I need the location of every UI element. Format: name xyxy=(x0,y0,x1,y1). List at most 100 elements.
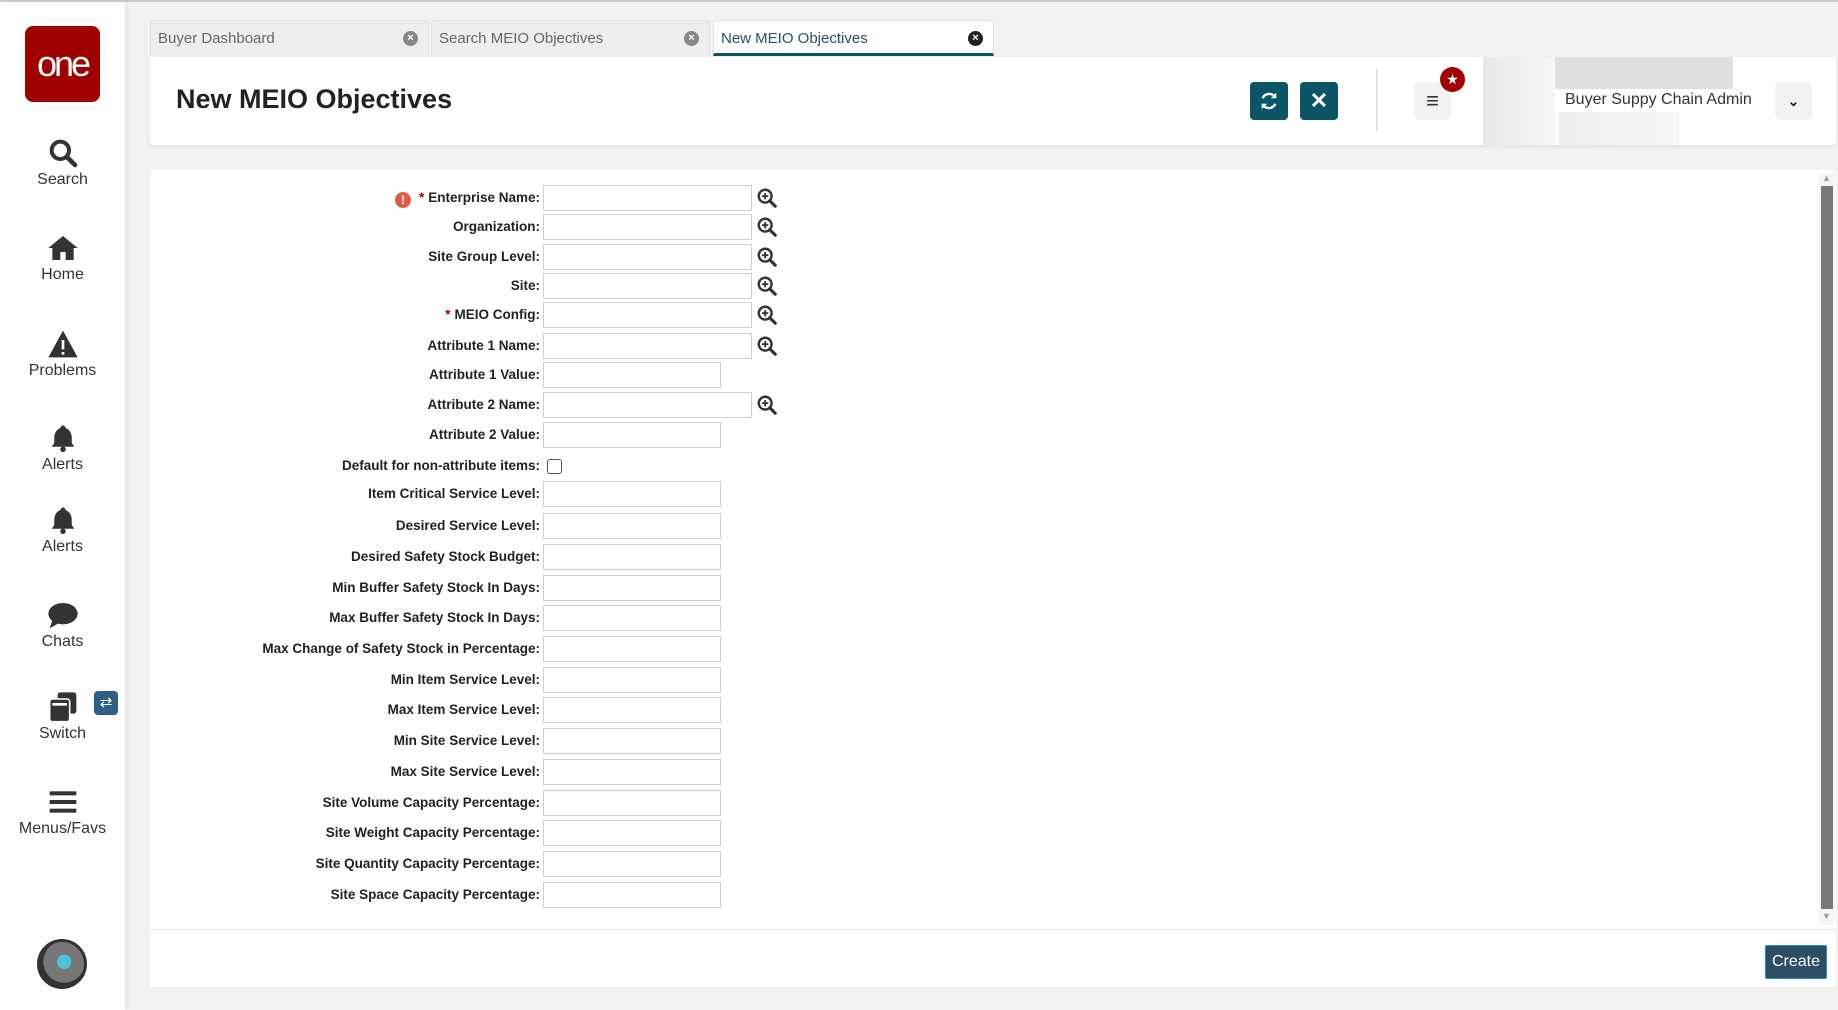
form-row-desired-safety-stock-budget: Desired Safety Stock Budget: xyxy=(150,544,850,570)
form-row-site-space-capacity-percentage: Site Space Capacity Percentage: xyxy=(150,882,850,908)
close-button[interactable]: ✕ xyxy=(1300,82,1338,120)
min-item-service-level-input[interactable] xyxy=(543,667,721,693)
lookup-search-icon[interactable] xyxy=(756,246,778,268)
tab-buyer-dashboard[interactable]: Buyer Dashboard × xyxy=(150,20,429,56)
scroll-up-icon[interactable]: ▲ xyxy=(1822,173,1831,183)
error-icon: ! xyxy=(394,192,411,208)
min-site-service-level-input[interactable] xyxy=(543,728,721,754)
close-tab-icon[interactable]: × xyxy=(968,31,983,46)
max-buffer-safety-stock-in-days-input[interactable] xyxy=(543,605,721,631)
desired-service-level-input[interactable] xyxy=(543,513,721,539)
form-row-attribute-1-value: Attribute 1 Value: xyxy=(150,362,850,388)
min-buffer-safety-stock-in-days-input[interactable] xyxy=(543,575,721,601)
form-row-meio-config: * MEIO Config: xyxy=(150,302,850,328)
default-for-non-attribute-items-checkbox[interactable] xyxy=(547,459,562,474)
sidebar-item-problems[interactable]: Problems xyxy=(0,328,125,380)
user-menu-dropdown[interactable]: ⌄ xyxy=(1775,82,1812,120)
lookup-search-icon[interactable] xyxy=(756,275,778,297)
scrollbar-thumb[interactable] xyxy=(1821,186,1833,909)
field-label-text: Attribute 2 Name: xyxy=(427,397,540,412)
field-label-text: Attribute 1 Name: xyxy=(427,338,540,353)
attribute-1-name-input[interactable] xyxy=(543,333,752,359)
menu-icon: ≡ xyxy=(1426,88,1439,113)
form-row-min-buffer-safety-stock-in-days: Min Buffer Safety Stock In Days: xyxy=(150,575,850,601)
field-label: Default for non-attribute items: xyxy=(342,458,540,473)
site-weight-capacity-percentage-input[interactable] xyxy=(543,820,721,846)
lookup-search-icon[interactable] xyxy=(756,187,778,209)
attribute-2-name-input[interactable] xyxy=(543,392,752,418)
desired-safety-stock-budget-input[interactable] xyxy=(543,544,721,570)
site-volume-capacity-percentage-input[interactable] xyxy=(543,790,721,816)
field-label-text: Site: xyxy=(510,278,540,293)
lookup-search-icon[interactable] xyxy=(756,304,778,326)
switch-badge-icon[interactable]: ⇄ xyxy=(94,691,118,715)
attribute-2-value-input[interactable] xyxy=(543,422,721,448)
warning-icon xyxy=(0,328,125,360)
field-label: Site Group Level: xyxy=(428,249,540,264)
max-item-service-level-input[interactable] xyxy=(543,697,721,723)
form-row-attribute-2-value: Attribute 2 Value: xyxy=(150,422,850,448)
field-label-text: Default for non-attribute items: xyxy=(342,458,540,473)
organization-input[interactable] xyxy=(543,214,752,240)
sidebar-item-search[interactable]: Search xyxy=(0,137,125,189)
max-change-of-safety-stock-in-percentage-input[interactable] xyxy=(543,636,721,662)
tab-label: New MEIO Objectives xyxy=(721,30,868,47)
sidebar-item-alerts[interactable]: Alerts xyxy=(0,422,125,474)
user-avatar[interactable] xyxy=(37,939,87,989)
field-label-text: Max Item Service Level: xyxy=(387,702,540,717)
field-label-text: Min Item Service Level: xyxy=(390,672,540,687)
create-button[interactable]: Create xyxy=(1765,945,1827,979)
form-row-attribute-2-name: Attribute 2 Name: xyxy=(150,392,850,418)
field-label-text: Item Critical Service Level: xyxy=(368,486,540,501)
item-critical-service-level-input[interactable] xyxy=(543,481,721,507)
chat-icon xyxy=(0,599,125,631)
field-label-text: Site Weight Capacity Percentage: xyxy=(325,825,540,840)
form-row-enterprise-name: ! * Enterprise Name: xyxy=(150,185,850,211)
field-label: Site Quantity Capacity Percentage: xyxy=(316,856,540,871)
refresh-icon xyxy=(1261,92,1277,110)
lookup-search-icon[interactable] xyxy=(756,335,778,357)
attribute-1-value-input[interactable] xyxy=(543,362,721,388)
star-badge-icon: ★ xyxy=(1440,67,1465,92)
bell-icon xyxy=(0,504,125,536)
refresh-button[interactable] xyxy=(1250,82,1288,120)
required-asterisk: * xyxy=(418,190,425,205)
field-label-text: Desired Service Level: xyxy=(395,518,540,533)
enterprise-name-input[interactable] xyxy=(543,185,752,211)
site-input[interactable] xyxy=(543,273,752,299)
field-label: ! * Enterprise Name: xyxy=(394,190,540,208)
field-label-text: Min Site Service Level: xyxy=(393,733,540,748)
field-label: Site Space Capacity Percentage: xyxy=(331,887,540,902)
field-label-text: Organization: xyxy=(453,219,540,234)
site-group-level-input[interactable] xyxy=(543,244,752,270)
scroll-down-icon[interactable]: ▼ xyxy=(1822,911,1831,921)
field-label: Site: xyxy=(511,278,540,293)
sidebar-item-alerts[interactable]: Alerts xyxy=(0,504,125,556)
chevron-down-icon: ⌄ xyxy=(1787,93,1800,109)
sidebar-item-label: Switch xyxy=(38,725,87,742)
tab-new-meio-objectives[interactable]: New MEIO Objectives × xyxy=(713,20,994,56)
lookup-search-icon[interactable] xyxy=(756,394,778,416)
field-label-text: Enterprise Name: xyxy=(428,190,540,205)
close-icon: ✕ xyxy=(1309,88,1329,113)
meio-config-input[interactable] xyxy=(543,302,752,328)
sidebar-item-menus-favs[interactable]: Menus/Favs xyxy=(0,786,125,838)
close-tab-icon[interactable]: × xyxy=(684,31,699,46)
scrollbar[interactable]: ▲ ▼ xyxy=(1819,173,1835,925)
field-label: Max Site Service Level: xyxy=(391,764,540,779)
app-logo[interactable]: one xyxy=(25,26,100,102)
close-tab-icon[interactable]: × xyxy=(403,31,418,46)
lookup-search-icon[interactable] xyxy=(756,216,778,238)
site-quantity-capacity-percentage-input[interactable] xyxy=(543,851,721,877)
field-label: Item Critical Service Level: xyxy=(368,486,540,501)
site-space-capacity-percentage-input[interactable] xyxy=(543,882,721,908)
sidebar-item-label: Problems xyxy=(28,362,97,379)
user-area-placeholder xyxy=(1483,57,1555,145)
tab-search-meio-objectives[interactable]: Search MEIO Objectives × xyxy=(431,20,710,56)
sidebar-item-home[interactable]: Home xyxy=(0,232,125,284)
sidebar-item-chats[interactable]: Chats xyxy=(0,599,125,651)
field-label-text: Max Change of Safety Stock in Percentage… xyxy=(262,641,540,656)
menu-icon xyxy=(0,786,125,818)
max-site-service-level-input[interactable] xyxy=(543,759,721,785)
field-label: * MEIO Config: xyxy=(445,307,540,322)
